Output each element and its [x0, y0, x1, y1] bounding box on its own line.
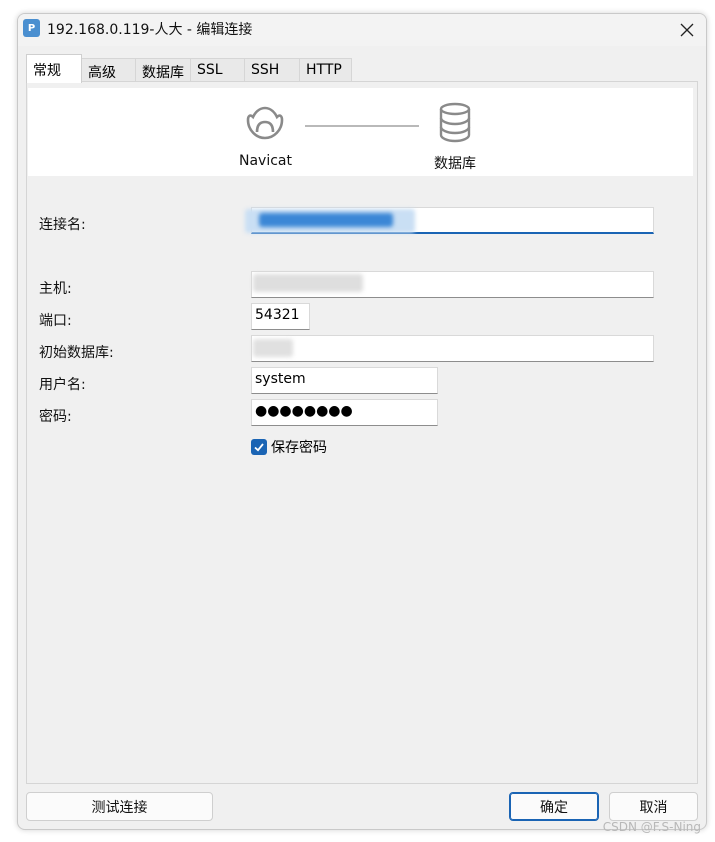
- port-label: 端口:: [39, 313, 72, 329]
- save-password-label[interactable]: 保存密码: [271, 437, 327, 457]
- close-button[interactable]: [674, 17, 700, 43]
- username-input[interactable]: system: [251, 367, 438, 394]
- cancel-button[interactable]: 取消: [609, 792, 698, 821]
- navicat-icon: [246, 106, 284, 140]
- host-label: 主机:: [39, 281, 72, 297]
- port-input[interactable]: 54321: [251, 303, 310, 330]
- connection-banner: Navicat 数据库: [28, 88, 693, 176]
- watermark: CSDN @F.S-Ning: [602, 820, 701, 834]
- connector-line: [305, 125, 419, 127]
- tab-http[interactable]: HTTP: [299, 58, 352, 82]
- tab-advanced[interactable]: 高级: [81, 58, 136, 82]
- initial-database-label: 初始数据库:: [39, 345, 114, 361]
- save-password-checkbox[interactable]: [251, 439, 267, 455]
- tab-bar: 常规 高级 数据库 SSL SSH HTTP: [26, 54, 696, 83]
- ok-button[interactable]: 确定: [509, 792, 599, 821]
- general-tab-panel: Navicat 数据库 连接名: 主机: 端口: 54321 初始数据库: 用户…: [26, 81, 698, 784]
- initial-database-input[interactable]: [251, 335, 654, 362]
- edit-connection-dialog: P 192.168.0.119-人大 - 编辑连接 常规 高级 数据库 SSL …: [17, 13, 707, 830]
- tab-general[interactable]: 常规: [26, 54, 82, 83]
- window-title: 192.168.0.119-人大 - 编辑连接: [47, 22, 253, 38]
- title-bar: P 192.168.0.119-人大 - 编辑连接: [18, 14, 706, 46]
- test-connection-button[interactable]: 测试连接: [26, 792, 213, 821]
- postgresql-elephant-icon: P: [23, 19, 40, 37]
- connection-name-label: 连接名:: [39, 217, 86, 233]
- database-icon: [439, 102, 471, 143]
- password-input[interactable]: ●●●●●●●●: [251, 399, 438, 426]
- tab-ssh[interactable]: SSH: [244, 58, 300, 82]
- redacted-text: [253, 274, 363, 292]
- redacted-text: [253, 339, 293, 357]
- navicat-label: Navicat: [239, 153, 292, 169]
- database-label: 数据库: [434, 156, 476, 172]
- redacted-text: [259, 213, 393, 227]
- username-label: 用户名:: [39, 377, 86, 393]
- tab-ssl[interactable]: SSL: [190, 58, 245, 82]
- checkmark-icon: [254, 443, 264, 452]
- password-label: 密码:: [39, 409, 72, 425]
- tab-databases[interactable]: 数据库: [135, 58, 191, 82]
- close-icon: [680, 23, 694, 37]
